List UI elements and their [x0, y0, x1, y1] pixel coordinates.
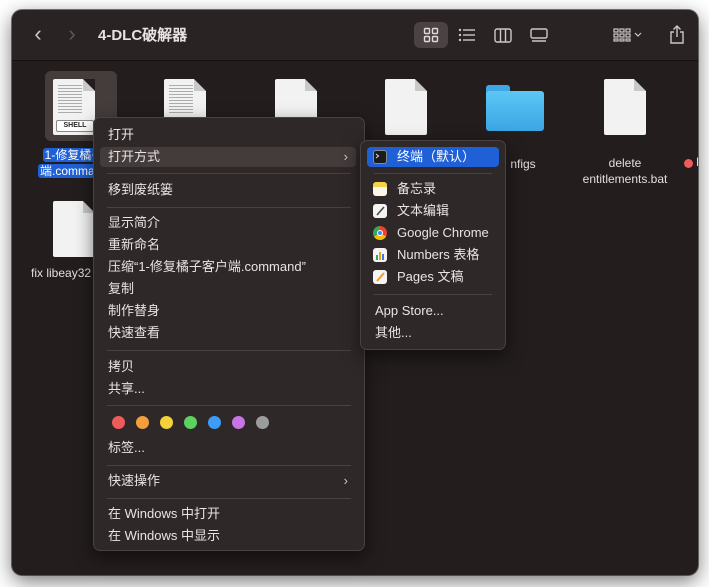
numbers-icon [373, 248, 387, 262]
menu-item-quick-look[interactable]: 快速查看 [100, 323, 356, 343]
menu-separator [107, 498, 351, 499]
column-view-icon[interactable] [486, 22, 520, 48]
file-item[interactable] [351, 61, 461, 135]
submenu-item-label: Pages 文稿 [397, 269, 464, 284]
textedit-icon [373, 204, 387, 218]
shell-script-icon: SHELL [53, 79, 95, 135]
group-button[interactable] [608, 22, 648, 48]
file-label: delete entitlements.bat [570, 155, 680, 187]
tag-blue-dot[interactable] [208, 416, 221, 429]
tag-yellow-dot[interactable] [160, 416, 173, 429]
menu-separator [107, 405, 351, 406]
file-item-bat[interactable]: delete entitlements.bat [570, 61, 680, 186]
submenu-item-chrome[interactable]: Google Chrome [367, 223, 499, 243]
gallery-view-icon[interactable] [522, 22, 556, 48]
menu-separator [107, 350, 351, 351]
open-with-submenu: 终端（默认） 备忘录 文本编辑 Google Chrome Numbers 表格… [360, 140, 506, 350]
submenu-item-label: Google Chrome [397, 225, 489, 240]
toolbar: ‹ › 4-DLC破解器 [12, 10, 698, 61]
submenu-item-numbers[interactable]: Numbers 表格 [367, 245, 499, 265]
file-item-command[interactable]: SHELL 1-修复橘子 端.command [19, 61, 129, 178]
submenu-item-notes[interactable]: 备忘录 [367, 179, 499, 199]
file-label-partial: D [696, 155, 698, 169]
menu-item-label: 快速操作 [108, 473, 161, 488]
chevron-right-icon: › [343, 473, 348, 488]
share-icon[interactable] [660, 22, 694, 48]
submenu-item-label: Numbers 表格 [397, 247, 480, 262]
tag-purple-dot[interactable] [232, 416, 245, 429]
submenu-item-textedit[interactable]: 文本编辑 [367, 201, 499, 221]
menu-item-make-alias[interactable]: 制作替身 [100, 301, 356, 321]
chevron-right-icon: › [343, 149, 348, 164]
group-icon [608, 22, 648, 48]
menu-item-rename[interactable]: 重新命名 [100, 235, 356, 255]
menu-item-compress[interactable]: 压缩“1-修复橘子客户端.command” [100, 257, 356, 277]
context-menu: 打开 打开方式 › 移到废纸篓 显示简介 重新命名 压缩“1-修复橘子客户端.c… [93, 117, 365, 551]
view-switcher [414, 22, 550, 48]
submenu-item-pages[interactable]: Pages 文稿 [367, 267, 499, 287]
tag-green-dot[interactable] [184, 416, 197, 429]
file-item[interactable] [130, 61, 240, 135]
tag-orange-dot[interactable] [136, 416, 149, 429]
chevron-right-icon[interactable]: › [60, 22, 84, 46]
tag-red-dot[interactable] [112, 416, 125, 429]
pages-icon [373, 270, 387, 284]
menu-item-copy[interactable]: 拷贝 [100, 357, 356, 377]
icon-view-icon[interactable] [414, 22, 448, 48]
tag-gray-dot[interactable] [256, 416, 269, 429]
menu-separator [107, 465, 351, 466]
menu-separator [107, 173, 351, 174]
notes-icon [373, 182, 387, 196]
submenu-item-terminal[interactable]: 终端（默认） [367, 147, 499, 167]
menu-item-duplicate[interactable]: 复制 [100, 279, 356, 299]
menu-item-share[interactable]: 共享... [100, 379, 356, 399]
submenu-item-label: 文本编辑 [397, 203, 450, 218]
submenu-item-other[interactable]: 其他... [367, 323, 499, 343]
folder-icon [486, 85, 544, 131]
menu-separator [374, 173, 492, 174]
menu-separator [107, 207, 351, 208]
shell-badge: SHELL [56, 120, 94, 132]
menu-item-open-with[interactable]: 打开方式 › [100, 147, 356, 167]
list-view-icon[interactable] [450, 22, 484, 48]
menu-item-open[interactable]: 打开 [100, 125, 356, 145]
menu-item-quick-actions[interactable]: 快速操作 › [100, 471, 356, 491]
menu-item-label: 打开方式 [108, 149, 161, 164]
submenu-item-app-store[interactable]: App Store... [367, 301, 499, 321]
menu-item-open-in-windows[interactable]: 在 Windows 中打开 [100, 504, 356, 524]
file-item[interactable] [241, 61, 351, 135]
menu-item-trash[interactable]: 移到废纸篓 [100, 180, 356, 200]
menu-item-get-info[interactable]: 显示简介 [100, 213, 356, 233]
red-tag-dot [684, 159, 693, 168]
menu-item-show-in-windows[interactable]: 在 Windows 中显示 [100, 526, 356, 546]
file-name-line2: entitlements.bat [582, 172, 668, 186]
file-name-line1: delete [608, 156, 642, 170]
window-title: 4-DLC破解器 [98, 27, 188, 44]
blank-document-icon [53, 201, 95, 257]
chevron-left-icon[interactable]: ‹ [26, 22, 50, 46]
chrome-icon [373, 226, 387, 240]
menu-item-tags[interactable]: 标签... [100, 438, 356, 458]
menu-separator [374, 294, 492, 295]
blank-document-icon [604, 79, 646, 135]
submenu-item-label: 终端（默认） [397, 149, 476, 164]
terminal-icon [373, 150, 387, 164]
blank-document-icon [385, 79, 427, 135]
submenu-item-label: 备忘录 [397, 181, 437, 196]
